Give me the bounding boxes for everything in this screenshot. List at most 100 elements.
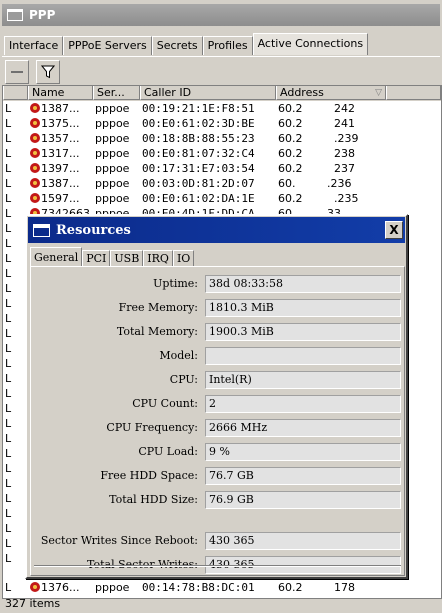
resources-dialog: Resources X General PCI USB IRQ IO Uptim… bbox=[25, 214, 408, 579]
row-service: pppoe bbox=[95, 177, 130, 190]
resources-title-bar[interactable]: Resources bbox=[28, 217, 405, 243]
ppp-title-bar[interactable]: PPP bbox=[2, 4, 440, 26]
row-address-suffix: 241 bbox=[333, 117, 355, 130]
table-row[interactable]: L 1376... pppoe 00:14:78:B8:DC:01 60.2 1… bbox=[3, 580, 441, 595]
row-name-cell: 1397... bbox=[28, 161, 93, 176]
column-filler bbox=[386, 86, 441, 100]
field-row: Free HDD Space: 76.7 GB bbox=[31, 467, 404, 485]
row-name-cell: 1387... bbox=[28, 176, 93, 191]
column-address[interactable]: Address ▽ bbox=[276, 86, 386, 100]
row-name-cell: 1375... bbox=[28, 116, 93, 131]
row-address-prefix: 60.2 bbox=[278, 102, 303, 115]
ppp-connection-icon bbox=[30, 103, 40, 113]
ppp-window-title: PPP bbox=[29, 8, 56, 22]
field-label: Uptime: bbox=[153, 277, 198, 290]
row-caller-id: 00:E0:61:02:3D:BE bbox=[142, 117, 255, 130]
field-row: Sector Writes Since Reboot: 430 365 bbox=[31, 532, 404, 550]
row-address-suffix: 242 bbox=[333, 102, 355, 115]
table-row[interactable]: L 1397... pppoe 00:17:31:E7:03:54 60.2 237 bbox=[3, 161, 441, 176]
ppp-connection-icon bbox=[30, 148, 40, 158]
column-service[interactable]: Ser... bbox=[93, 86, 140, 100]
row-caller-id: 00:14:78:B8:DC:01 bbox=[142, 581, 255, 594]
field-label: Sector Writes Since Reboot: bbox=[40, 534, 198, 547]
tab-pppoe-servers[interactable]: PPPoE Servers bbox=[63, 36, 152, 55]
field-value[interactable]: 38d 08:33:58 bbox=[205, 275, 401, 293]
tab-interface[interactable]: Interface bbox=[4, 36, 64, 55]
row-address-suffix: 237 bbox=[333, 162, 355, 175]
separator bbox=[34, 565, 401, 567]
ppp-connection-icon bbox=[30, 193, 40, 203]
field-row: CPU Frequency: 2666 MHz bbox=[31, 419, 404, 437]
table-row[interactable]: L 1387... pppoe 00:19:21:1E:F8:51 60.2 242 bbox=[3, 101, 441, 116]
close-button[interactable]: X bbox=[385, 221, 403, 239]
row-name: 1397... bbox=[41, 162, 80, 175]
table-row[interactable]: L 1387... pppoe 00:03:0D:81:2D:07 60. .236 bbox=[3, 176, 441, 191]
table-row[interactable]: L 1357... pppoe 00:18:8B:88:55:23 60.2 .239 bbox=[3, 131, 441, 146]
field-value[interactable]: 1900.3 MiB bbox=[205, 323, 401, 341]
row-address-suffix: 238 bbox=[333, 147, 355, 160]
field-row: Uptime: 38d 08:33:58 bbox=[31, 275, 404, 293]
row-address-prefix: 60.2 bbox=[278, 132, 303, 145]
row-service: pppoe bbox=[95, 117, 130, 130]
row-address: 60.2 237 bbox=[276, 161, 386, 176]
tab-profiles[interactable]: Profiles bbox=[202, 36, 253, 55]
table-header: Name Ser... Caller ID Address ▽ bbox=[3, 86, 441, 101]
field-label: CPU: bbox=[169, 373, 198, 386]
field-value[interactable]: 2666 MHz bbox=[205, 419, 401, 437]
row-name: 1376... bbox=[41, 581, 80, 594]
row-address: 60.2 .239 bbox=[276, 131, 386, 146]
table-row[interactable]: L 1597... pppoe 00:E0:61:02:DA:1E 60.2 .235 bbox=[3, 191, 441, 206]
row-name: 1387... bbox=[41, 102, 80, 115]
resources-general-panel: Uptime: 38d 08:33:58 Free Memory: 1810.3 Mi… bbox=[30, 266, 405, 576]
field-row: Total HDD Size: 76.9 GB bbox=[31, 491, 404, 509]
row-name: 1317... bbox=[41, 147, 80, 160]
field-label: Total HDD Size: bbox=[109, 493, 198, 506]
tab-pci[interactable]: PCI bbox=[82, 250, 111, 267]
field-value[interactable]: 430 365 bbox=[205, 532, 401, 550]
row-name-cell: 1317... bbox=[28, 146, 93, 161]
window-icon bbox=[33, 223, 50, 237]
tab-io[interactable]: IO bbox=[172, 250, 195, 267]
field-row: CPU Load: 9 % bbox=[31, 443, 404, 461]
column-caller-id[interactable]: Caller ID bbox=[140, 86, 276, 100]
remove-button[interactable] bbox=[5, 60, 29, 84]
ppp-connection-icon bbox=[30, 178, 40, 188]
row-address: 60.2 .235 bbox=[276, 191, 386, 206]
tab-irq[interactable]: IRQ bbox=[143, 250, 173, 267]
field-value[interactable]: 76.7 GB bbox=[205, 467, 401, 485]
field-value[interactable]: 1810.3 MiB bbox=[205, 299, 401, 317]
tab-secrets[interactable]: Secrets bbox=[151, 36, 203, 55]
row-flag: L bbox=[5, 192, 12, 205]
tab-usb[interactable]: USB bbox=[110, 250, 144, 267]
column-flag[interactable] bbox=[3, 86, 28, 100]
field-value[interactable]: 9 % bbox=[205, 443, 401, 461]
row-service: pppoe bbox=[95, 162, 130, 175]
filter-button[interactable] bbox=[36, 60, 60, 84]
row-address-suffix: .236 bbox=[326, 177, 352, 190]
ppp-connection-icon bbox=[30, 118, 40, 128]
field-value[interactable]: 2 bbox=[205, 395, 401, 413]
field-value[interactable] bbox=[205, 347, 401, 365]
table-row[interactable]: L 1317... pppoe 00:E0:81:07:32:C4 60.2 238 bbox=[3, 146, 441, 161]
field-label: CPU Count: bbox=[132, 397, 198, 410]
field-row: CPU Count: 2 bbox=[31, 395, 404, 413]
row-address-prefix: 60.2 bbox=[278, 117, 303, 130]
row-service: pppoe bbox=[95, 581, 130, 594]
row-address: 60. .236 bbox=[276, 176, 386, 191]
tab-general[interactable]: General bbox=[30, 247, 83, 267]
close-icon: X bbox=[389, 223, 399, 237]
row-name-cell: 1597... bbox=[28, 191, 93, 206]
window-icon bbox=[7, 9, 23, 21]
field-value[interactable]: Intel(R) bbox=[205, 371, 401, 389]
row-caller-id: 00:18:8B:88:55:23 bbox=[142, 132, 255, 145]
column-address-label: Address bbox=[280, 86, 324, 99]
column-name[interactable]: Name bbox=[28, 86, 93, 100]
row-address: 60.2 238 bbox=[276, 146, 386, 161]
field-label: Free HDD Space: bbox=[100, 469, 198, 482]
row-flag: L bbox=[5, 117, 12, 130]
tab-active-connections[interactable]: Active Connections bbox=[252, 33, 369, 55]
table-row[interactable]: L 1375... pppoe 00:E0:61:02:3D:BE 60.2 241 bbox=[3, 116, 441, 131]
field-value[interactable]: 76.9 GB bbox=[205, 491, 401, 509]
row-address: 60.2 178 bbox=[276, 580, 386, 595]
row-address-prefix: 60. bbox=[278, 177, 296, 190]
